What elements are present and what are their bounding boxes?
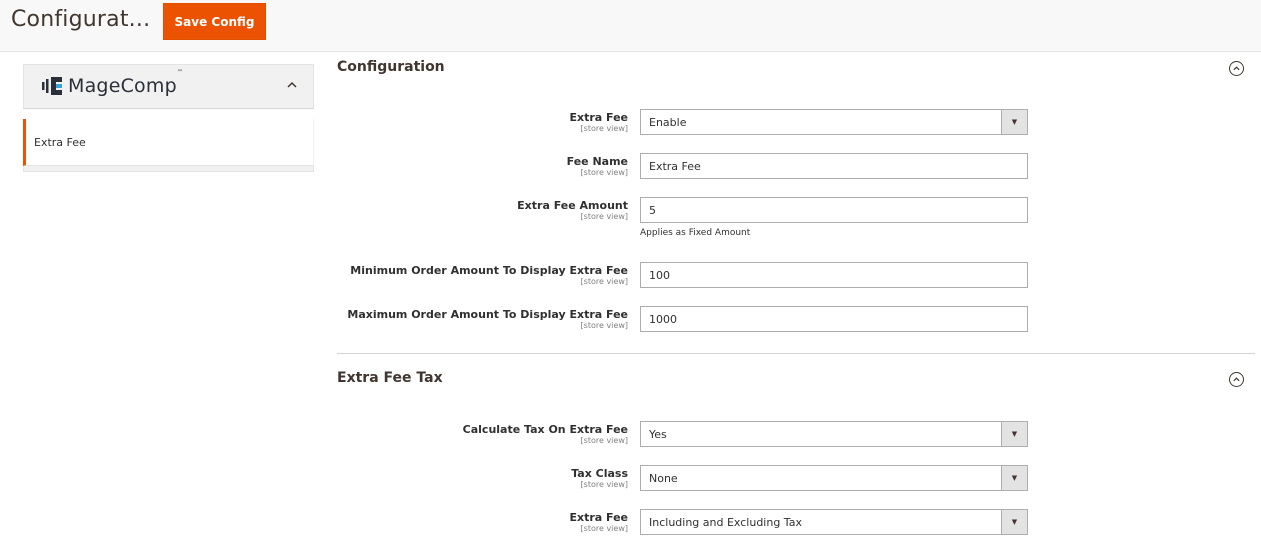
collapse-icon[interactable] bbox=[1229, 61, 1244, 76]
dropdown-arrow-icon: ▼ bbox=[1001, 466, 1027, 490]
maximum-order-amount-input[interactable]: 1000 bbox=[640, 306, 1028, 332]
brand-name: MageComp™ bbox=[68, 69, 184, 97]
save-config-button[interactable]: Save Config bbox=[163, 3, 266, 40]
section-title-extra-fee-tax[interactable]: Extra Fee Tax bbox=[337, 370, 443, 386]
fee-name-input[interactable]: Extra Fee bbox=[640, 153, 1028, 179]
field-label: Calculate Tax On Extra Fee [store view] bbox=[462, 423, 628, 445]
magecomp-logo: MageComp™ bbox=[42, 69, 184, 97]
collapse-icon[interactable] bbox=[1229, 372, 1244, 387]
dropdown-arrow-icon: ▼ bbox=[1001, 510, 1027, 534]
page-title: Configurat... bbox=[11, 7, 151, 32]
section-divider bbox=[337, 353, 1255, 354]
dropdown-arrow-icon: ▼ bbox=[1001, 422, 1027, 446]
config-sidebar: MageComp™ Extra Fee bbox=[23, 64, 314, 172]
field-label: Minimum Order Amount To Display Extra Fe… bbox=[350, 264, 628, 286]
dropdown-arrow-icon: ▼ bbox=[1001, 110, 1027, 134]
sidebar-item-extra-fee[interactable]: Extra Fee bbox=[23, 119, 314, 166]
section-title-configuration[interactable]: Configuration bbox=[337, 59, 445, 75]
field-label: Extra Fee [store view] bbox=[569, 511, 628, 533]
page-header: Configurat... Save Config bbox=[0, 0, 1261, 52]
field-note: Applies as Fixed Amount bbox=[640, 228, 751, 238]
field-label: Extra Fee [store view] bbox=[569, 111, 628, 133]
sidebar-item-label: Extra Fee bbox=[34, 135, 86, 149]
field-label: Extra Fee Amount [store view] bbox=[517, 199, 628, 221]
sidebar-group-header[interactable]: MageComp™ bbox=[23, 64, 314, 109]
minimum-order-amount-input[interactable]: 100 bbox=[640, 262, 1028, 288]
chevron-up-icon[interactable] bbox=[285, 78, 299, 92]
tax-class-select[interactable]: None ▼ bbox=[640, 465, 1028, 491]
extra-fee-tax-display-select[interactable]: Including and Excluding Tax ▼ bbox=[640, 509, 1028, 535]
field-label: Tax Class [store view] bbox=[571, 467, 628, 489]
field-label: Fee Name [store view] bbox=[566, 155, 628, 177]
calculate-tax-select[interactable]: Yes ▼ bbox=[640, 421, 1028, 447]
extra-fee-amount-input[interactable]: 5 bbox=[640, 197, 1028, 223]
sidebar-footer bbox=[23, 166, 314, 172]
field-label: Maximum Order Amount To Display Extra Fe… bbox=[347, 308, 628, 330]
magecomp-logo-icon bbox=[42, 77, 62, 95]
extra-fee-select[interactable]: Enable ▼ bbox=[640, 109, 1028, 135]
